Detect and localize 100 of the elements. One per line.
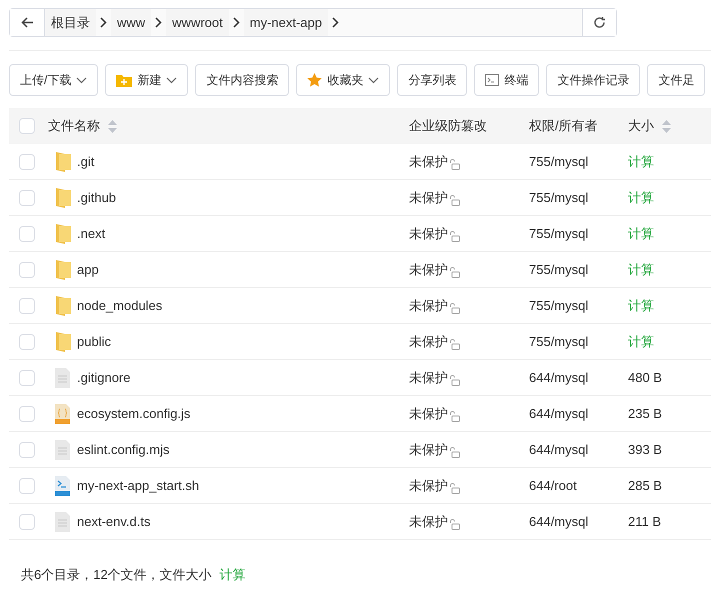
sort-icon[interactable] — [108, 120, 117, 132]
file-size: 211 B — [628, 514, 662, 529]
protection-status: 未保护 — [409, 440, 448, 459]
file-name[interactable]: next-env.d.ts — [77, 512, 150, 532]
back-arrow-icon — [20, 17, 34, 28]
file-name[interactable]: .github — [77, 188, 116, 208]
protection-status: 未保护 — [409, 368, 448, 387]
checkbox[interactable] — [19, 298, 35, 314]
permission-owner[interactable]: 755/mysql — [529, 190, 588, 205]
directory-summary: 共6个目录，12个文件，文件大小 — [21, 566, 212, 584]
permission-owner[interactable]: 644/mysql — [529, 406, 588, 421]
protection-status: 未保护 — [409, 224, 448, 243]
toolbar-button[interactable]: 新建 — [105, 64, 188, 96]
file-size: 480 B — [628, 370, 662, 385]
toolbar-button[interactable]: 收藏夹 — [296, 64, 390, 96]
folder-icon — [54, 258, 72, 280]
protection-status: 未保护 — [409, 152, 448, 171]
shell-script-icon — [55, 476, 70, 496]
file-name[interactable]: public — [77, 332, 111, 352]
checkbox[interactable] — [19, 262, 35, 278]
toolbar-button[interactable]: 分享列表 — [397, 64, 468, 96]
column-header: 企业级防篡改 — [409, 118, 487, 134]
file-size: 393 B — [628, 442, 662, 457]
checkbox[interactable] — [19, 334, 35, 350]
file-name[interactable]: node_modules — [77, 296, 162, 316]
protection-status: 未保护 — [409, 476, 448, 495]
chevron-right-icon — [100, 17, 107, 28]
checkbox[interactable] — [19, 514, 35, 530]
document-icon — [55, 368, 70, 388]
chevron-right-icon — [232, 17, 240, 28]
file-name[interactable]: .next — [77, 224, 106, 244]
permission-owner[interactable]: 644/mysql — [529, 514, 588, 529]
permission-owner[interactable]: 755/mysql — [529, 262, 588, 277]
file-size: 235 B — [628, 406, 662, 421]
file-name[interactable]: .gitignore — [77, 368, 130, 388]
folder-plus-icon — [116, 74, 132, 86]
star-icon — [307, 73, 322, 87]
file-name[interactable]: my-next-app_start.sh — [77, 476, 200, 496]
folder-icon — [54, 186, 72, 208]
checkbox[interactable] — [19, 370, 35, 386]
checkbox[interactable] — [19, 442, 35, 458]
toolbar-button[interactable]: 终端 — [474, 64, 540, 96]
unlocked-lock-icon[interactable] — [449, 303, 460, 314]
permission-owner[interactable]: 644/mysql — [529, 370, 588, 385]
file-name[interactable]: ecosystem.config.js — [77, 404, 190, 424]
permission-owner[interactable]: 644/root — [529, 478, 577, 493]
permission-owner[interactable]: 755/mysql — [529, 298, 588, 313]
sort-icon[interactable] — [662, 120, 671, 132]
breadcrumb-item[interactable]: www — [111, 9, 152, 36]
unlocked-lock-icon[interactable] — [449, 159, 460, 170]
unlocked-lock-icon[interactable] — [449, 519, 460, 530]
terminal-icon — [485, 74, 500, 86]
chevron-right-icon — [332, 17, 339, 28]
toolbar-button[interactable]: 文件足 — [647, 64, 706, 96]
js-file-icon — [55, 404, 70, 424]
file-name[interactable]: app — [77, 260, 99, 280]
breadcrumb-item[interactable]: 根目录 — [45, 9, 96, 36]
unlocked-lock-icon[interactable] — [449, 375, 460, 386]
folder-icon — [54, 294, 72, 316]
folder-icon — [54, 222, 72, 244]
column-header: 权限/所有者 — [529, 118, 598, 134]
toolbar-button[interactable]: 文件内容搜索 — [195, 64, 290, 96]
unlocked-lock-icon[interactable] — [449, 411, 460, 422]
file-name[interactable]: eslint.config.mjs — [77, 440, 170, 460]
breadcrumb-item[interactable]: wwwroot — [166, 9, 229, 36]
permission-owner[interactable]: 644/mysql — [529, 442, 588, 457]
permission-owner[interactable]: 755/mysql — [529, 154, 588, 169]
unlocked-lock-icon[interactable] — [449, 483, 460, 494]
document-icon — [55, 440, 70, 460]
column-header[interactable]: 大小 — [628, 116, 654, 136]
unlocked-lock-icon[interactable] — [449, 339, 460, 350]
checkbox[interactable] — [19, 190, 35, 206]
folder-icon — [54, 330, 72, 352]
checkbox[interactable] — [19, 118, 35, 134]
unlocked-lock-icon[interactable] — [449, 231, 460, 242]
toolbar-button[interactable]: 文件操作记录 — [546, 64, 640, 96]
chevron-right-icon — [155, 17, 162, 28]
protection-status: 未保护 — [409, 404, 448, 423]
refresh-icon — [593, 16, 606, 29]
document-icon — [55, 512, 70, 532]
permission-owner[interactable]: 755/mysql — [529, 226, 588, 241]
protection-status: 未保护 — [409, 296, 448, 315]
unlocked-lock-icon[interactable] — [449, 267, 460, 278]
unlocked-lock-icon[interactable] — [449, 195, 460, 206]
checkbox[interactable] — [19, 226, 35, 242]
checkbox[interactable] — [19, 406, 35, 422]
protection-status: 未保护 — [409, 332, 448, 351]
back-button[interactable] — [10, 9, 45, 36]
protection-status: 未保护 — [409, 188, 448, 207]
toolbar-button[interactable]: 上传/下载 — [9, 64, 98, 96]
file-name[interactable]: .git — [77, 152, 94, 172]
folder-icon — [54, 150, 72, 172]
refresh-button[interactable] — [582, 9, 616, 36]
unlocked-lock-icon[interactable] — [449, 447, 460, 458]
checkbox[interactable] — [19, 478, 35, 494]
breadcrumb-item[interactable]: my-next-app — [244, 9, 328, 36]
column-header[interactable]: 文件名称 — [48, 116, 100, 136]
protection-status: 未保护 — [409, 260, 448, 279]
checkbox[interactable] — [19, 154, 35, 170]
permission-owner[interactable]: 755/mysql — [529, 334, 588, 349]
